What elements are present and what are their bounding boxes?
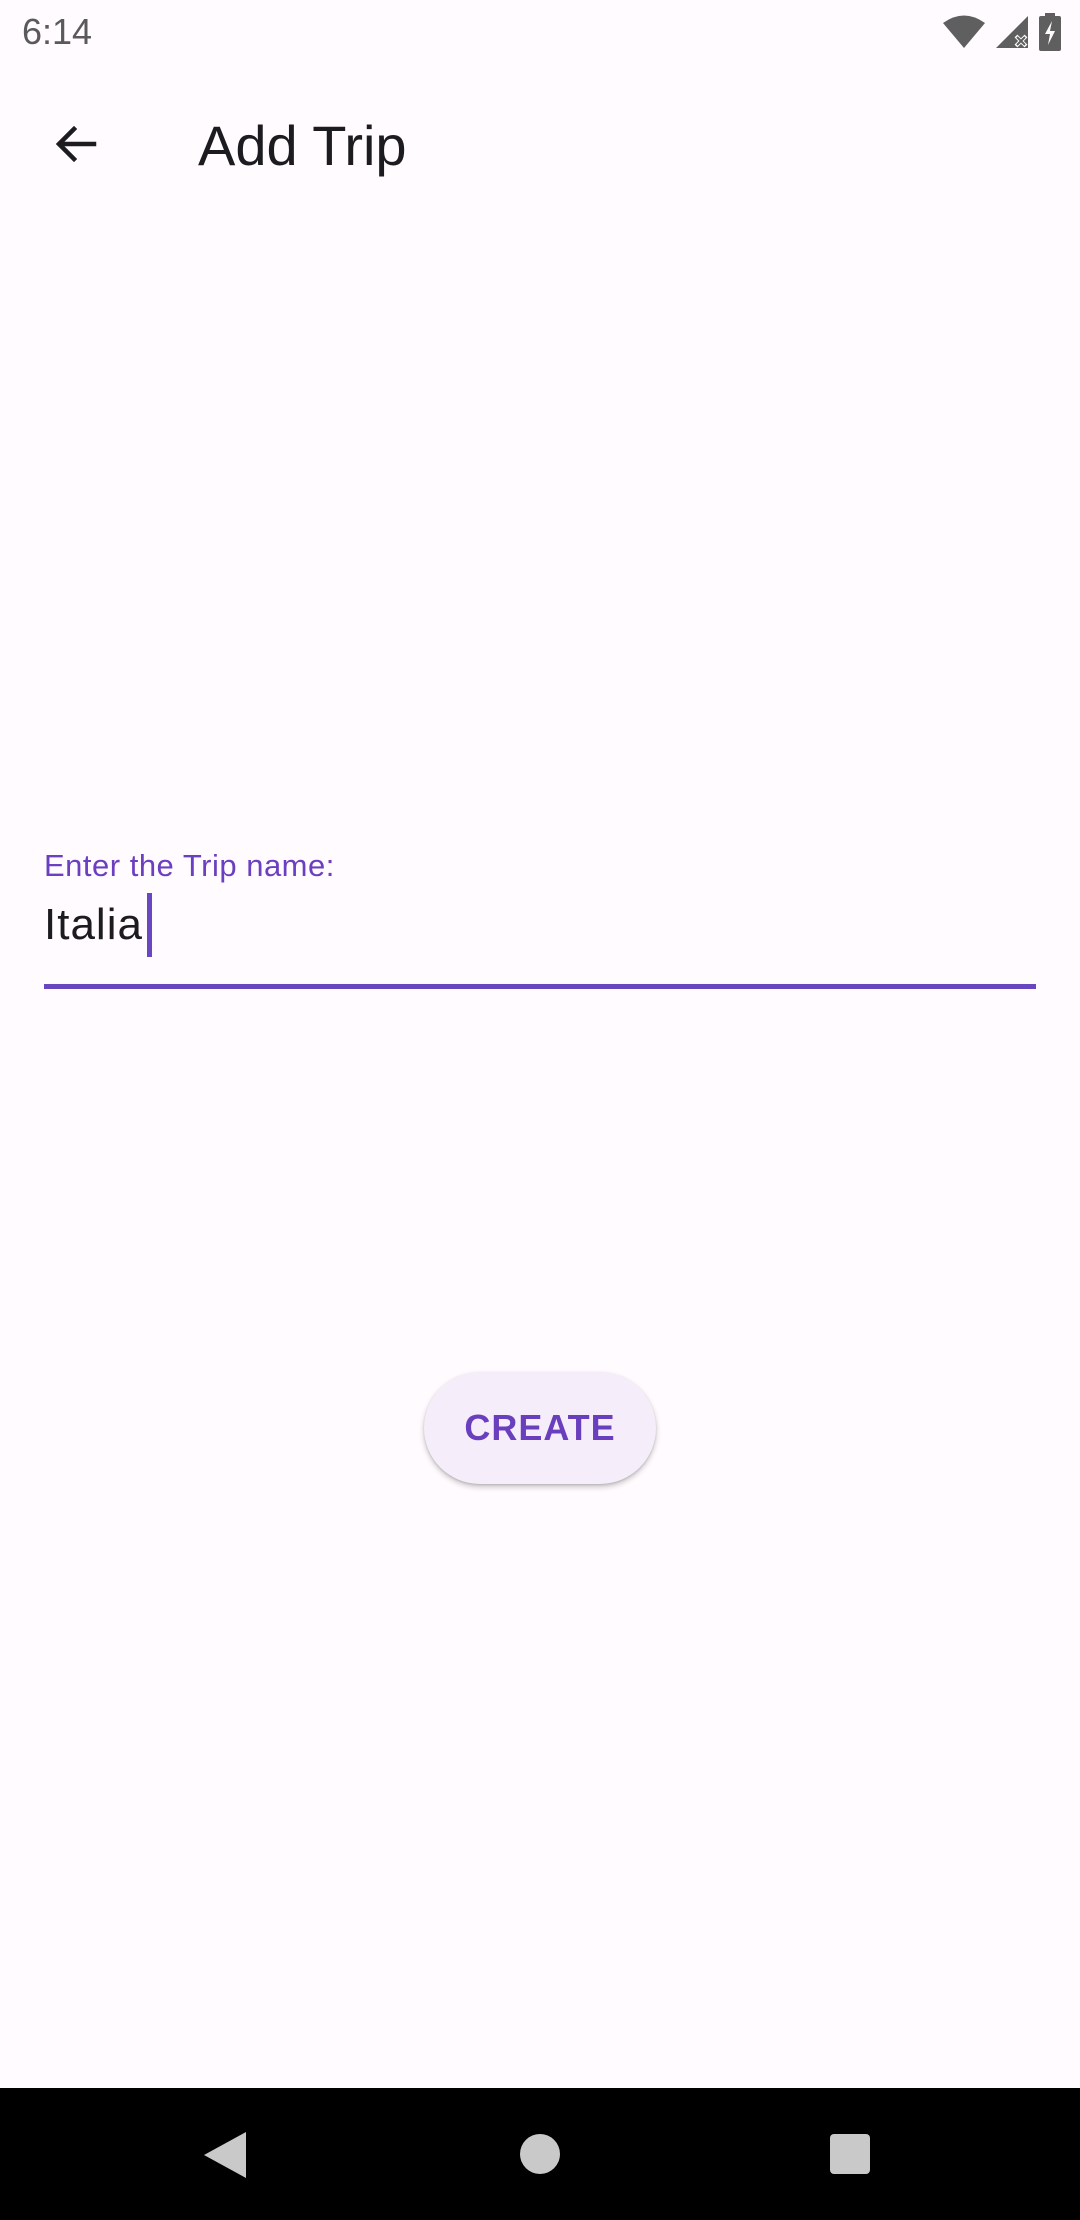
system-navigation-bar	[0, 2088, 1080, 2220]
battery-charging-icon	[1038, 12, 1062, 56]
text-caret	[146, 893, 152, 957]
status-icons	[942, 12, 1062, 56]
nav-recents-icon[interactable]	[830, 2134, 870, 2174]
app-bar: Add Trip	[0, 66, 1080, 216]
trip-name-field[interactable]: Enter the Trip name: Italia	[44, 840, 1036, 990]
nav-back-icon[interactable]	[202, 2130, 248, 2185]
nav-home-icon[interactable]	[520, 2134, 560, 2174]
trip-name-input[interactable]: Italia	[44, 892, 152, 958]
wifi-icon	[942, 14, 986, 55]
create-button[interactable]: CREATE	[424, 1372, 656, 1484]
page-title: Add Trip	[198, 114, 407, 177]
status-time: 6:14	[22, 11, 93, 52]
back-button[interactable]	[36, 106, 116, 186]
cell-signal-icon	[994, 14, 1030, 55]
field-underline	[44, 984, 1036, 989]
trip-name-value: Italia	[44, 900, 143, 949]
status-bar: 6:14	[0, 0, 1080, 66]
arrow-back-icon	[52, 120, 100, 173]
trip-name-label: Enter the Trip name:	[44, 848, 335, 883]
